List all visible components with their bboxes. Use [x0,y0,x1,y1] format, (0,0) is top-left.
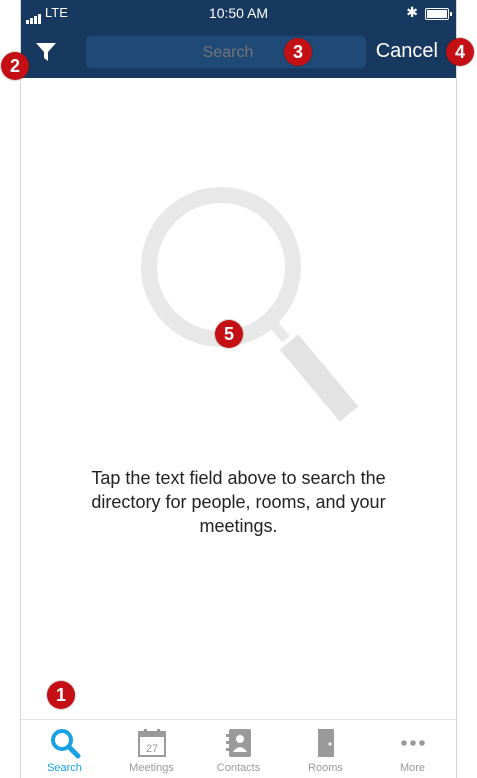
tab-meetings[interactable]: 27 Meetings [108,720,195,778]
tab-label: Search [47,762,82,774]
tab-label: More [399,762,426,774]
search-input[interactable] [86,36,370,70]
callout-badge-2: 2 [1,52,29,80]
bluetooth-icon: ✱ [406,4,418,20]
more-icon [400,740,425,746]
tab-contacts[interactable]: Contacts [195,720,282,778]
app-screen: LTE 10:50 AM ✱ Cancel Tap the text field… [20,0,457,778]
callout-badge-5: 5 [215,320,243,348]
status-bar: LTE 10:50 AM ✱ [21,0,456,28]
tab-bar: Search 27 Meetings Contacts Rooms More [21,719,456,778]
status-time: 10:50 AM [208,5,269,21]
tab-label: Rooms [308,762,343,774]
magnifier-icon [141,187,359,422]
callout-badge-3: 3 [284,38,312,66]
filter-icon [36,43,56,61]
door-icon [317,729,334,757]
tab-rooms[interactable]: Rooms [282,720,369,778]
callout-badge-1: 1 [47,681,75,709]
tab-label: Meetings [129,762,174,774]
cancel-button[interactable]: Cancel [376,40,438,63]
empty-state-line: Tap the text field above to search the [91,468,386,488]
empty-state-line: directory for people, rooms, and your [91,492,386,512]
empty-state-message: Tap the text field above to search the d… [41,466,436,538]
calendar-icon: 27 [137,729,166,757]
contacts-icon [225,729,251,757]
tab-more[interactable]: More [369,720,456,778]
empty-state-line: meetings. [199,516,278,536]
tab-search[interactable]: Search [21,720,108,778]
tab-label: Contacts [216,762,261,774]
battery-icon [425,8,452,20]
callout-badge-4: 4 [446,38,474,66]
filter-button[interactable] [33,39,59,65]
calendar-day: 27 [145,743,157,755]
top-bar: LTE 10:50 AM ✱ Cancel [21,0,456,78]
search-field[interactable] [86,36,370,70]
search-icon [50,729,80,759]
